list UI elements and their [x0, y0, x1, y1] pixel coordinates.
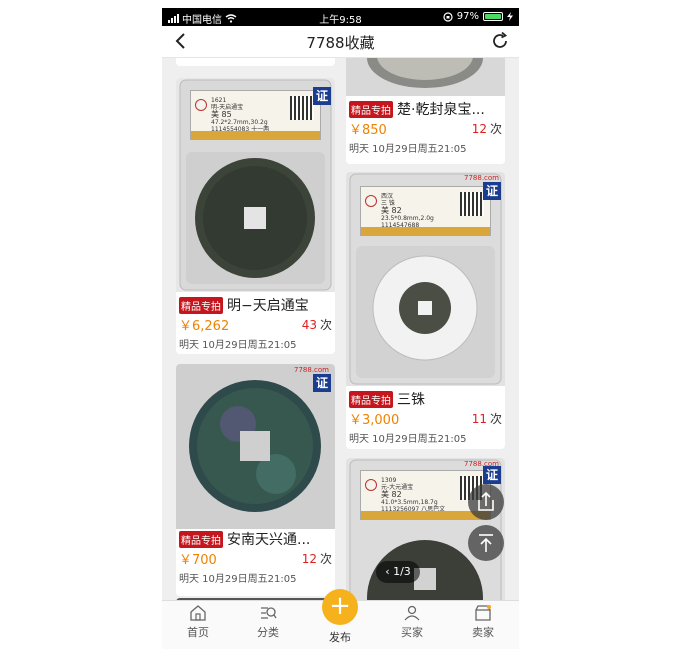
grading-label: 西汉 三 铢 美 82 23.5*0.8mm,2.0g 1114547688 — [360, 186, 491, 236]
bid-count: 11 次 — [471, 411, 502, 426]
slab-year: 1309 — [381, 477, 397, 484]
premium-tag: 精品专拍 — [179, 530, 223, 548]
product-card[interactable]: 1621 明-天启通宝 美 85 47.2*2.7mm,30.2g 111455… — [176, 78, 335, 354]
tab-label: 首页 — [187, 626, 209, 639]
product-name: 楚·乾封泉宝... — [397, 102, 485, 118]
tab-buyer[interactable]: 买家 — [382, 605, 442, 640]
premium-tag: 精品专拍 — [349, 390, 393, 408]
certified-badge: 证 — [483, 182, 501, 200]
product-name: 安南天兴通... — [227, 532, 311, 548]
grading-label: 1621 明-天启通宝 美 85 47.2*2.7mm,30.2g 111455… — [190, 90, 321, 140]
watermark: 7788.com — [464, 174, 499, 182]
auction-end-time: 明天 10月29日周五21:05 — [349, 434, 467, 445]
image-pager[interactable]: ‹ 1/3 — [376, 561, 420, 583]
phone-screen: 中国电信 上午9:58 97% 7788收藏 1621 明-天启通宝 美 85 … — [162, 8, 519, 649]
product-name: 三铢 — [397, 392, 425, 408]
product-info: 精品专拍 明−天启通宝 ￥6,262 43 次 明天 10月29日周五21:05 — [176, 296, 335, 351]
slab-grade: 美 82 — [381, 206, 402, 215]
product-info: 精品专拍 三铢 ￥3,000 11 次 明天 10月29日周五21:05 — [346, 390, 505, 445]
user-icon — [404, 605, 420, 621]
product-card[interactable]: 7788.com 西汉 三 铢 美 82 23.5*0.8mm,2.0g 111… — [346, 172, 505, 449]
tab-label: 卖家 — [472, 626, 494, 639]
product-price: ￥850 — [349, 122, 387, 138]
watermark: 7788.com — [294, 366, 329, 374]
slab-grade: 美 85 — [211, 110, 232, 119]
premium-tag: 精品专拍 — [349, 100, 393, 118]
nav-bar: 7788收藏 — [162, 26, 519, 58]
bid-count: 43 次 — [301, 317, 332, 332]
product-card[interactable]: 7788.com 证 精品专拍 安南天兴通... ￥700 12 次 明天 10月… — [176, 364, 335, 596]
product-info: 精品专拍 楚·乾封泉宝... ￥850 12 次 明天 10月29日周五21:05 — [346, 100, 505, 155]
product-image — [176, 364, 335, 529]
qr-code — [460, 192, 484, 216]
grading-seal-icon — [365, 479, 377, 491]
slab-grade: 美 82 — [381, 490, 402, 499]
tab-seller[interactable]: 卖家 — [453, 605, 513, 640]
product-card[interactable]: 精品专拍 楚·乾封泉宝... ￥850 12 次 明天 10月29日周五21:05 — [346, 58, 505, 164]
share-icon — [478, 491, 494, 511]
tab-label: 买家 — [401, 626, 423, 639]
auction-end-time: 明天 10月29日周五21:05 — [349, 144, 467, 155]
bid-count: 12 次 — [471, 121, 502, 136]
share-button[interactable] — [468, 484, 504, 520]
certified-badge: 证 — [483, 466, 501, 484]
bid-count: 12 次 — [301, 551, 332, 566]
grading-seal-icon — [365, 195, 377, 207]
back-to-top-icon — [479, 534, 493, 552]
product-price: ￥700 — [179, 552, 217, 568]
refresh-icon[interactable] — [489, 30, 511, 52]
category-icon — [261, 607, 277, 619]
pager-text: 1/3 — [393, 565, 411, 578]
certified-badge: 证 — [313, 374, 331, 392]
product-card-partial[interactable] — [176, 58, 335, 66]
status-bar: 中国电信 上午9:58 97% — [162, 8, 519, 26]
bottom-tab-bar: 首页 分类 + 发布 买家 卖家 — [162, 589, 519, 649]
slab-spec: 23.5*0.8mm,2.0g — [381, 215, 434, 222]
shop-icon — [475, 605, 491, 621]
product-feed[interactable]: 1621 明-天启通宝 美 85 47.2*2.7mm,30.2g 111455… — [162, 58, 519, 600]
label-band — [191, 131, 320, 139]
charging-icon — [507, 12, 513, 21]
certified-badge: 证 — [313, 87, 331, 105]
tab-publish-label: 发布 — [329, 631, 351, 644]
slab-spec: 41.0*3.5mm,18.7g — [381, 499, 438, 506]
publish-button[interactable]: + — [322, 589, 358, 625]
home-icon — [190, 605, 206, 621]
slab-spec: 47.2*2.7mm,30.2g — [211, 119, 268, 126]
auction-end-time: 明天 10月29日周五21:05 — [179, 574, 297, 585]
product-info: 精品专拍 安南天兴通... ￥700 12 次 明天 10月29日周五21:05 — [176, 530, 335, 585]
product-price: ￥6,262 — [179, 318, 230, 334]
chevron-left-icon: ‹ — [385, 565, 390, 578]
tab-home[interactable]: 首页 — [168, 605, 228, 640]
auction-end-time: 明天 10月29日周五21:05 — [179, 340, 297, 351]
rotation-lock-icon — [443, 11, 453, 22]
slab-year: 1621 — [211, 97, 227, 104]
product-price: ￥3,000 — [349, 412, 400, 428]
qr-code — [290, 96, 314, 120]
back-to-top-button[interactable] — [468, 525, 504, 561]
label-band — [361, 227, 490, 235]
plus-icon: + — [329, 591, 351, 621]
tab-category[interactable]: 分类 — [238, 605, 298, 640]
page-title: 7788收藏 — [306, 34, 375, 52]
battery-percent: 97% — [456, 11, 479, 22]
product-name: 明−天启通宝 — [227, 298, 309, 314]
premium-tag: 精品专拍 — [179, 296, 223, 314]
slab-year: 西汉 — [381, 193, 394, 200]
tab-label: 分类 — [257, 626, 279, 639]
grading-seal-icon — [195, 99, 207, 111]
battery-icon — [483, 12, 503, 21]
product-image — [346, 58, 505, 96]
